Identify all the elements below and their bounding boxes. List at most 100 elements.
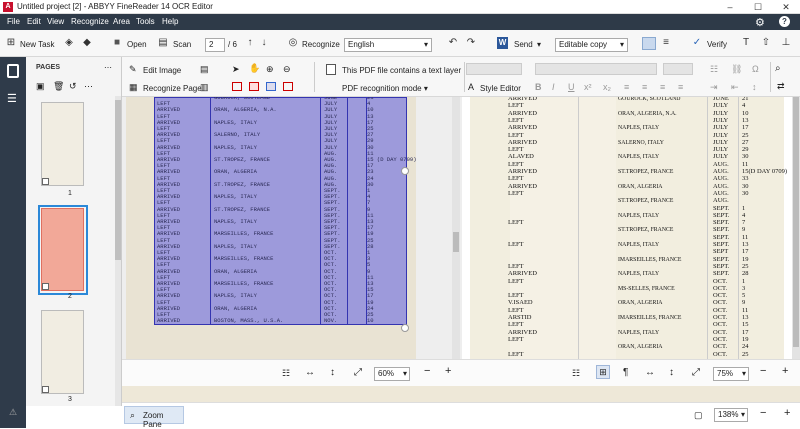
menu-file[interactable]: File — [7, 17, 20, 26]
menu-edit[interactable]: Edit — [27, 17, 41, 26]
fit-page-icon[interactable]: ☷ — [282, 368, 290, 379]
arrow-down-icon[interactable]: ↓ — [258, 37, 270, 49]
text-mode-icon[interactable]: ⊞ — [596, 365, 610, 379]
send-dropdown-icon[interactable]: ▾ — [537, 40, 541, 49]
area-handle-icon[interactable] — [401, 324, 409, 332]
image-zoom-select[interactable]: 60% ▾ — [374, 367, 410, 381]
link-icon[interactable]: ⛓ — [731, 64, 742, 75]
recognize-button[interactable]: Recognize — [302, 40, 340, 49]
hand-icon[interactable]: ✋ — [249, 63, 260, 74]
area-handle-icon[interactable] — [401, 167, 409, 175]
justify-icon[interactable]: ≡ — [678, 82, 683, 92]
search-icon[interactable]: ⌕ — [775, 63, 781, 74]
fit-screen-icon[interactable]: ▢ — [694, 410, 703, 421]
image-scrollbar[interactable] — [452, 97, 460, 359]
save-icon[interactable]: ▣ — [36, 81, 45, 92]
undo-icon[interactable]: ↶ — [447, 37, 459, 49]
zoom-pane-select[interactable]: 138% ▾ — [714, 408, 748, 422]
zoom-in-icon[interactable]: + — [782, 365, 788, 377]
fit-height-icon[interactable]: ↕ — [330, 367, 335, 378]
menu-view[interactable]: View — [47, 17, 64, 26]
pages-view-icon[interactable] — [7, 64, 19, 78]
align-center-icon[interactable]: ≡ — [642, 82, 647, 92]
language-select[interactable]: English ▾ — [344, 38, 432, 52]
font-size-select[interactable] — [663, 63, 693, 75]
text-cursor-icon[interactable]: T — [740, 37, 752, 49]
outdent-icon[interactable]: ⇤ — [731, 82, 739, 93]
font-select[interactable] — [535, 63, 657, 75]
menu-help[interactable]: Help — [162, 17, 178, 26]
delete-icon[interactable]: 🗑 — [53, 81, 64, 92]
fit-width-icon[interactable]: ↔ — [305, 367, 315, 378]
fit-page-icon[interactable]: ☷ — [572, 368, 580, 379]
maximize-button[interactable]: ☐ — [744, 0, 772, 14]
zoom-out-icon[interactable]: − — [424, 365, 430, 377]
style-editor-button[interactable]: Style Editor — [480, 84, 521, 93]
list-icon[interactable]: ☰ — [7, 92, 17, 105]
layers-icon[interactable]: ◈ — [63, 37, 75, 49]
close-button[interactable]: ✕ — [772, 0, 800, 14]
zoom-in-icon[interactable]: + — [445, 365, 451, 377]
help-icon[interactable]: ? — [779, 16, 790, 27]
zoom-out-icon[interactable]: − — [760, 407, 766, 419]
text-zoom-select[interactable]: 75% ▾ — [713, 367, 749, 381]
open-button[interactable]: Open — [127, 40, 147, 49]
page-thumbnail-3[interactable] — [41, 310, 84, 394]
new-task-button[interactable]: New Task — [20, 40, 55, 49]
fit-height-icon[interactable]: ↕ — [669, 367, 674, 378]
export-icon[interactable]: ⇧ — [760, 37, 772, 49]
page-copy-icon[interactable]: ▥ — [200, 82, 209, 93]
text-view-icon[interactable]: ≡ — [660, 37, 672, 49]
send-button[interactable]: Send — [514, 40, 533, 49]
picture-area-icon[interactable] — [249, 82, 259, 91]
page-thumbnail-2[interactable] — [41, 208, 84, 291]
text-area-icon[interactable] — [232, 82, 242, 91]
text-scroll-thumb[interactable] — [793, 97, 799, 347]
spacing-icon[interactable]: ↕ — [752, 82, 757, 92]
page-thumbnail-1[interactable] — [41, 102, 84, 186]
image-scroll-thumb[interactable] — [453, 232, 459, 252]
indent-icon[interactable]: ⇥ — [710, 82, 718, 93]
pages-scroll-thumb[interactable] — [115, 100, 121, 260]
align-right-icon[interactable]: ≡ — [660, 82, 665, 92]
redo-icon[interactable]: ↷ — [465, 37, 477, 49]
italic-icon[interactable]: I — [552, 82, 555, 92]
bullets-icon[interactable]: ☷ — [710, 64, 718, 75]
scan-button[interactable]: Scan — [173, 40, 191, 49]
recognized-table-cell[interactable]: OCT. — [713, 351, 727, 359]
warning-icon[interactable]: ⚠ — [9, 407, 17, 418]
zoom-out-icon[interactable]: − — [760, 365, 766, 377]
menu-area[interactable]: Area — [113, 17, 130, 26]
zoom-pane-toggle[interactable]: ⌕ Zoom Pane — [124, 406, 184, 429]
settings-gear-icon[interactable]: ⚙ — [755, 16, 765, 29]
recognized-table-cell[interactable]: LEFT — [508, 351, 524, 359]
output-format-select[interactable]: Editable copy ▾ — [555, 38, 628, 52]
layers-stack-icon[interactable]: ◆ — [81, 37, 93, 49]
page-number-input[interactable]: 2 — [205, 38, 225, 52]
rotate-icon[interactable]: ↺ — [69, 81, 77, 92]
replace-icon[interactable]: ⇄ — [777, 81, 785, 92]
superscript-icon[interactable]: x² — [584, 82, 592, 92]
fit-width-icon[interactable]: ↔ — [645, 367, 655, 378]
symbol-icon[interactable]: Ω — [752, 64, 759, 74]
underline-icon[interactable]: U — [568, 82, 575, 92]
background-area-icon[interactable] — [283, 82, 293, 91]
recognize-page-button[interactable]: Recognize Page — [143, 84, 202, 93]
pilcrow-icon[interactable]: ¶ — [623, 367, 628, 378]
pin-icon[interactable]: ⊥ — [780, 37, 792, 49]
edit-image-button[interactable]: Edit Image — [143, 66, 181, 75]
align-left-icon[interactable]: ≡ — [624, 82, 629, 92]
minimize-button[interactable]: – — [716, 0, 744, 14]
menu-recognize[interactable]: Recognize — [71, 17, 109, 26]
zoom-in-icon[interactable]: + — [784, 407, 790, 419]
text-pane[interactable]: ARRIVED GOUROCK, SCOTLAND JUNE 21 LEFT JULY 4 A… — [462, 97, 800, 359]
page-scan-icon[interactable]: ▤ — [200, 64, 209, 75]
bold-icon[interactable]: B — [535, 82, 542, 92]
zoom-out-area-icon[interactable]: ⊖ — [283, 64, 291, 75]
pointer-icon[interactable]: ➤ — [232, 64, 240, 75]
more-icon[interactable]: ⋯ — [84, 81, 93, 92]
image-pane[interactable]: GOUROCK, SCOTLAND JUNE 21 LEFT JULY 4 ARRIVED O… — [122, 97, 462, 359]
pdf-mode-dropdown[interactable]: PDF recognition mode ▾ — [342, 84, 428, 93]
verify-button[interactable]: Verify — [707, 40, 727, 49]
menu-tools[interactable]: Tools — [136, 17, 155, 26]
